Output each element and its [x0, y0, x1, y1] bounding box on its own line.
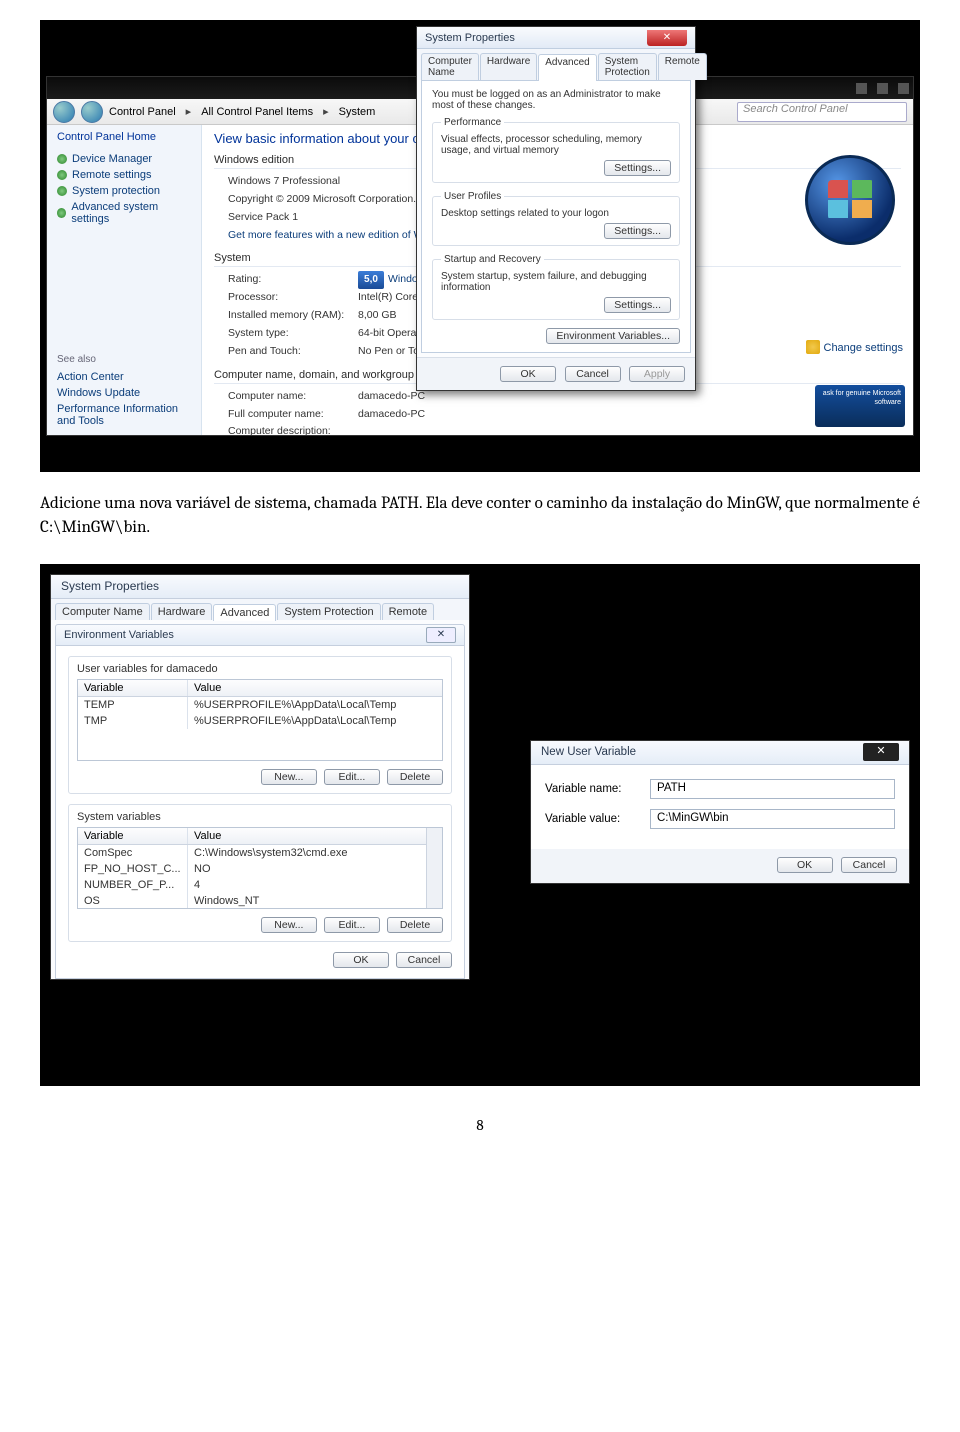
table-row[interactable]: ComSpecC:\Windows\system32\cmd.exe [78, 845, 426, 861]
minimize-icon[interactable] [856, 83, 867, 94]
user-group-label: User variables for damacedo [77, 663, 443, 675]
sys-group-label: System variables [77, 811, 443, 823]
change-settings-link[interactable]: Change settings [806, 340, 904, 354]
cancel-button[interactable]: Cancel [841, 857, 897, 873]
cancel-button[interactable]: Cancel [565, 366, 621, 382]
sidebar-item-remote[interactable]: Remote settings [57, 169, 191, 181]
table-row[interactable]: NUMBER_OF_P...4 [78, 877, 426, 893]
dialog-buttons: OK Cancel [531, 849, 909, 883]
sidebar-item-device-manager[interactable]: Device Manager [57, 153, 191, 165]
forward-icon[interactable] [81, 101, 103, 123]
sr-settings-button[interactable]: Settings... [604, 297, 671, 313]
dialog-title: System Properties [425, 32, 515, 44]
breadcrumb[interactable]: All Control Panel Items [201, 106, 313, 118]
env-variables-dialog: Environment Variables ✕ User variables f… [55, 624, 465, 979]
see-also-item[interactable]: Performance Information and Tools [57, 403, 191, 427]
delete-button[interactable]: Delete [387, 917, 443, 933]
env-body: User variables for damacedo VariableValu… [55, 646, 465, 979]
ok-button[interactable]: OK [333, 952, 389, 968]
apply-button[interactable]: Apply [629, 366, 685, 382]
table-row[interactable]: OSWindows_NT [78, 893, 426, 909]
tab-remote[interactable]: Remote [382, 603, 435, 620]
tab-remote[interactable]: Remote [658, 53, 707, 80]
close-icon[interactable]: ✕ [647, 30, 687, 46]
table-row[interactable]: TMP%USERPROFILE%\AppData\Local\Temp [78, 713, 442, 729]
back-icon[interactable] [53, 101, 75, 123]
delete-button[interactable]: Delete [387, 769, 443, 785]
breadcrumb[interactable]: Control Panel [109, 106, 176, 118]
up-settings-button[interactable]: Settings... [604, 223, 671, 239]
var-value-label: Variable value: [545, 813, 650, 825]
system-variables-table: VariableValue ComSpecC:\Windows\system32… [77, 827, 443, 909]
close-icon[interactable]: ✕ [863, 743, 899, 761]
scrollbar[interactable] [426, 828, 442, 908]
new-button[interactable]: New... [261, 769, 317, 785]
system-properties-dialog: System Properties ✕ Computer Name Hardwa… [416, 26, 696, 391]
sidebar-item-protection[interactable]: System protection [57, 185, 191, 197]
wei-score: 5,0 [358, 271, 384, 289]
dialog-title: System Properties [61, 579, 159, 593]
new-button[interactable]: New... [261, 917, 317, 933]
tab-hardware[interactable]: Hardware [480, 53, 537, 80]
dialog-titlebar: Environment Variables ✕ [55, 624, 465, 646]
search-input[interactable]: Search Control Panel [737, 102, 907, 122]
new-var-body: Variable name: PATH Variable value: C:\M… [531, 765, 909, 849]
tab-strip: Computer Name Hardware Advanced System P… [51, 599, 469, 620]
table-row[interactable]: TEMP%USERPROFILE%\AppData\Local\Temp [78, 697, 442, 713]
edit-button[interactable]: Edit... [324, 917, 380, 933]
edit-button[interactable]: Edit... [324, 769, 380, 785]
tab-computer-name[interactable]: Computer Name [55, 603, 150, 620]
cancel-button[interactable]: Cancel [396, 952, 452, 968]
tab-computer-name[interactable]: Computer Name [421, 53, 479, 80]
perf-group: Performance Visual effects, processor sc… [432, 117, 680, 183]
sidebar: Control Panel Home Device Manager Remote… [47, 125, 202, 435]
env-variables-button[interactable]: Environment Variables... [546, 328, 680, 344]
tab-strip: Computer Name Hardware Advanced System P… [417, 49, 695, 80]
maximize-icon[interactable] [877, 83, 888, 94]
var-name-field[interactable]: PATH [650, 779, 895, 799]
tab-hardware[interactable]: Hardware [151, 603, 213, 620]
close-icon[interactable]: ✕ [426, 627, 456, 643]
tab-advanced[interactable]: Advanced [213, 604, 276, 621]
user-profiles-group: User Profiles Desktop settings related t… [432, 191, 680, 246]
var-name-label: Variable name: [545, 783, 650, 795]
sidebar-item-advanced[interactable]: Advanced system settings [57, 201, 191, 225]
genuine-badge: ask for genuine Microsoft software [815, 385, 905, 427]
see-also-item[interactable]: Windows Update [57, 387, 191, 399]
dialog-title: Environment Variables [64, 629, 174, 641]
dialog-titlebar: System Properties [51, 575, 469, 599]
new-user-variable-dialog: New User Variable ✕ Variable name: PATH … [530, 740, 910, 884]
admin-note: You must be logged on as an Administrato… [432, 89, 680, 111]
tab-system-protection[interactable]: System Protection [277, 603, 380, 620]
tab-system-protection[interactable]: System Protection [598, 53, 657, 80]
dialog-title: New User Variable [541, 746, 636, 758]
dialog-buttons: OK Cancel Apply [417, 357, 695, 390]
table-row[interactable]: FP_NO_HOST_C...NO [78, 861, 426, 877]
var-value-field[interactable]: C:\MinGW\bin [650, 809, 895, 829]
system-variables-group: System variables VariableValue ComSpecC:… [68, 804, 452, 942]
dialog-body: You must be logged on as an Administrato… [421, 80, 691, 353]
instruction-paragraph: Adicione uma nova variável de sistema, c… [40, 492, 920, 540]
see-also-item[interactable]: Action Center [57, 371, 191, 383]
dialog-titlebar: New User Variable ✕ [531, 741, 909, 765]
perf-settings-button[interactable]: Settings... [604, 160, 671, 176]
user-variables-group: User variables for damacedo VariableValu… [68, 656, 452, 794]
system-properties-dialog: System Properties Computer Name Hardware… [50, 574, 470, 980]
see-also-label: See also [57, 354, 191, 365]
ok-button[interactable]: OK [500, 366, 556, 382]
user-variables-table: VariableValue TEMP%USERPROFILE%\AppData\… [77, 679, 443, 761]
windows-logo-icon [805, 155, 895, 245]
dialog-titlebar: System Properties ✕ [417, 27, 695, 49]
page-number: 8 [40, 1116, 920, 1134]
tab-advanced[interactable]: Advanced [538, 54, 596, 81]
computer-name-info: Computer name:damacedo-PC Full computer … [214, 388, 901, 435]
breadcrumb[interactable]: System [339, 106, 376, 118]
sidebar-home[interactable]: Control Panel Home [57, 131, 191, 143]
close-icon[interactable] [898, 83, 909, 94]
ok-button[interactable]: OK [777, 857, 833, 873]
startup-recovery-group: Startup and Recovery System startup, sys… [432, 254, 680, 320]
